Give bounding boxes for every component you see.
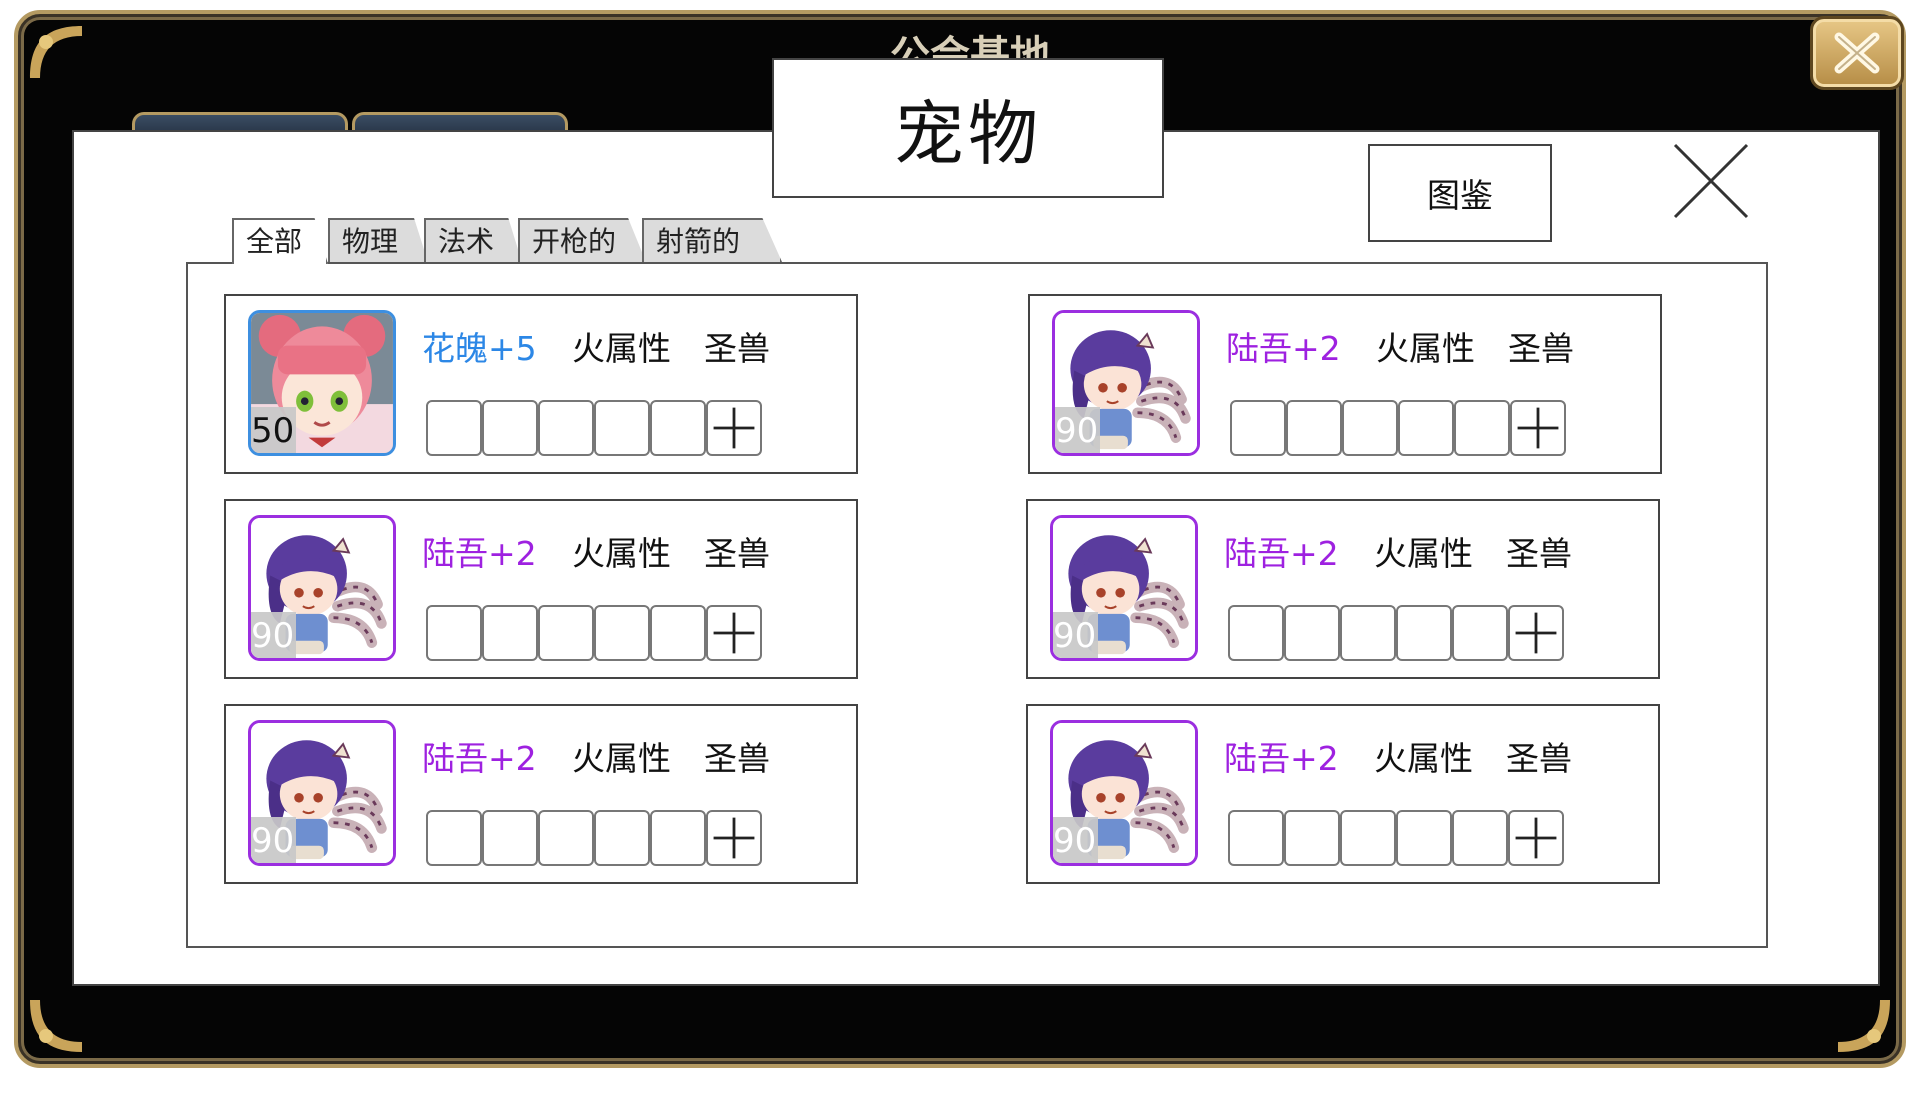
add-slot-button[interactable]	[1508, 810, 1564, 866]
pet-type: 圣兽	[704, 739, 770, 778]
equipment-slot[interactable]	[1452, 810, 1508, 866]
add-slot-button[interactable]	[1508, 605, 1564, 661]
plus-icon	[713, 612, 755, 654]
equipment-slot[interactable]	[594, 810, 650, 866]
pet-level-badge: 90	[251, 817, 297, 863]
equipment-slot[interactable]	[482, 400, 538, 456]
equipment-slot[interactable]	[1284, 605, 1340, 661]
equipment-slot[interactable]	[482, 605, 538, 661]
pet-name: 陆吾+2	[422, 534, 537, 573]
equipment-slot[interactable]	[594, 605, 650, 661]
ornament-corner-icon	[1834, 996, 1894, 1056]
pet-level-badge: 90	[1055, 407, 1101, 453]
equipment-slot[interactable]	[538, 400, 594, 456]
equipment-slot[interactable]	[426, 605, 482, 661]
dialog-title: 宠物	[772, 58, 1164, 198]
pet-name: 陆吾+2	[1224, 534, 1339, 573]
pet-level-badge: 90	[251, 612, 297, 658]
dialog-close-button[interactable]	[1672, 142, 1750, 220]
equipment-slots	[1228, 810, 1564, 868]
pet-level-badge: 50	[251, 407, 297, 453]
equipment-slot[interactable]	[650, 400, 706, 456]
pet-avatar[interactable]: 50	[248, 310, 396, 456]
equipment-slot[interactable]	[538, 605, 594, 661]
equipment-slot[interactable]	[426, 810, 482, 866]
handbook-button[interactable]: 图鉴	[1368, 144, 1552, 242]
tab-physical[interactable]: 物理	[328, 218, 428, 262]
equipment-slot[interactable]	[1452, 605, 1508, 661]
pet-card[interactable]: 90 陆吾+2 火属性 圣兽	[1026, 499, 1660, 679]
pet-avatar[interactable]: 90	[1050, 515, 1198, 661]
pet-name: 花魄+5	[422, 329, 537, 368]
pet-attribute: 火属性	[572, 739, 671, 778]
close-icon	[1673, 143, 1749, 219]
add-slot-button[interactable]	[1510, 400, 1566, 456]
pet-attribute: 火属性	[1376, 329, 1475, 368]
close-icon	[1834, 32, 1880, 74]
pet-type: 圣兽	[1506, 739, 1572, 778]
equipment-slots	[426, 400, 762, 458]
equipment-slot[interactable]	[650, 605, 706, 661]
equipment-slots	[426, 605, 762, 663]
plus-icon	[713, 407, 755, 449]
tab-archer[interactable]: 射箭的	[642, 218, 782, 262]
pet-avatar[interactable]: 90	[1052, 310, 1200, 456]
pet-name: 陆吾+2	[1224, 739, 1339, 778]
equipment-slot[interactable]	[1228, 810, 1284, 866]
equipment-slot[interactable]	[650, 810, 706, 866]
ornament-corner-icon	[26, 22, 86, 82]
pet-type: 圣兽	[704, 329, 770, 368]
equipment-slots	[1230, 400, 1566, 458]
tab-all[interactable]: 全部	[232, 218, 328, 264]
equipment-slots	[1228, 605, 1564, 663]
pet-attribute: 火属性	[572, 329, 671, 368]
pet-attribute: 火属性	[572, 534, 671, 573]
pet-avatar[interactable]: 90	[1050, 720, 1198, 866]
equipment-slot[interactable]	[1342, 400, 1398, 456]
equipment-slot[interactable]	[1340, 810, 1396, 866]
add-slot-button[interactable]	[706, 400, 762, 456]
equipment-slot[interactable]	[1398, 400, 1454, 456]
pet-name: 陆吾+2	[1226, 329, 1341, 368]
equipment-slot[interactable]	[1396, 810, 1452, 866]
pet-card[interactable]: 90 陆吾+2 火属性 圣兽	[224, 704, 858, 884]
equipment-slot[interactable]	[1228, 605, 1284, 661]
equipment-slot[interactable]	[1230, 400, 1286, 456]
equipment-slot[interactable]	[1286, 400, 1342, 456]
equipment-slot[interactable]	[426, 400, 482, 456]
plus-icon	[1515, 817, 1557, 859]
pet-avatar[interactable]: 90	[248, 720, 396, 866]
pet-type: 圣兽	[704, 534, 770, 573]
pet-card[interactable]: 90 陆吾+2 火属性 圣兽	[1028, 294, 1662, 474]
equipment-slots	[426, 810, 762, 868]
equipment-slot[interactable]	[1454, 400, 1510, 456]
pet-type: 圣兽	[1508, 329, 1574, 368]
plus-icon	[1515, 612, 1557, 654]
background-window-title: 公会基地	[890, 33, 1050, 58]
ornament-corner-icon	[26, 996, 86, 1056]
tab-magic[interactable]: 法术	[424, 218, 522, 262]
window-close-button[interactable]	[1810, 16, 1904, 90]
tab-gunner[interactable]: 开枪的	[518, 218, 646, 262]
equipment-slot[interactable]	[538, 810, 594, 866]
pet-attribute: 火属性	[1374, 739, 1473, 778]
pet-type: 圣兽	[1506, 534, 1572, 573]
pet-avatar[interactable]: 90	[248, 515, 396, 661]
pet-card[interactable]: 90 陆吾+2 火属性 圣兽	[224, 499, 858, 679]
pet-level-badge: 90	[1053, 817, 1099, 863]
pet-card[interactable]: 50 花魄+5 火属性 圣兽	[224, 294, 858, 474]
plus-icon	[713, 817, 755, 859]
equipment-slot[interactable]	[1284, 810, 1340, 866]
pet-level-badge: 90	[1053, 612, 1099, 658]
plus-icon	[1517, 407, 1559, 449]
equipment-slot[interactable]	[482, 810, 538, 866]
equipment-slot[interactable]	[1340, 605, 1396, 661]
pet-card[interactable]: 90 陆吾+2 火属性 圣兽	[1026, 704, 1660, 884]
add-slot-button[interactable]	[706, 810, 762, 866]
add-slot-button[interactable]	[706, 605, 762, 661]
pet-name: 陆吾+2	[422, 739, 537, 778]
equipment-slot[interactable]	[594, 400, 650, 456]
pet-attribute: 火属性	[1374, 534, 1473, 573]
equipment-slot[interactable]	[1396, 605, 1452, 661]
